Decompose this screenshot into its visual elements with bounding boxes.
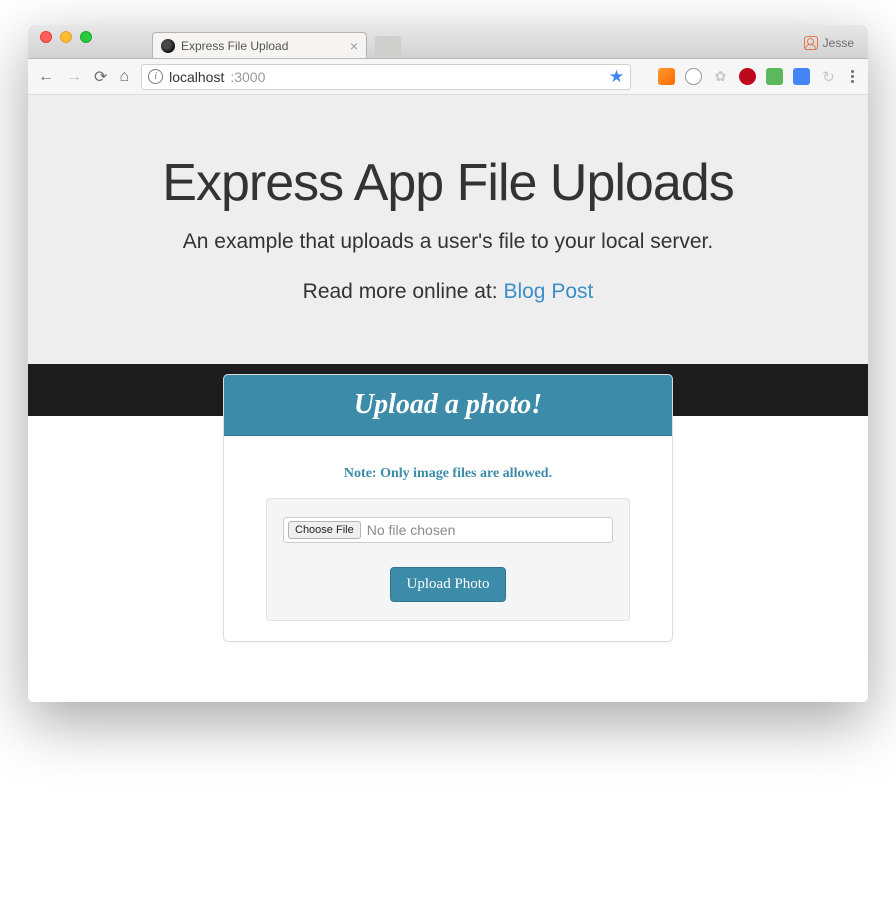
address-bar[interactable]: i localhost :3000 ★: [141, 64, 631, 90]
pinterest-icon[interactable]: [739, 68, 756, 85]
extensions-tray: ✿ ↻: [658, 68, 858, 85]
new-tab-button[interactable]: [375, 36, 401, 56]
browser-menu-icon[interactable]: [847, 70, 858, 83]
extension-icon[interactable]: [766, 68, 783, 85]
profile-name: Jesse: [823, 36, 854, 50]
favicon-icon: [161, 39, 175, 53]
choose-file-button[interactable]: Choose File: [288, 521, 361, 539]
translate-icon[interactable]: [793, 68, 810, 85]
window-titlebar: Express File Upload × Jesse: [28, 25, 868, 59]
site-info-icon[interactable]: i: [148, 69, 163, 84]
extension-icon[interactable]: [685, 68, 702, 85]
extension-icon[interactable]: [658, 68, 675, 85]
url-port: :3000: [230, 69, 265, 85]
user-icon: [804, 36, 818, 50]
upload-card: Upload a photo! Note: Only image files a…: [223, 374, 673, 642]
traffic-lights: [40, 25, 92, 58]
upload-photo-button[interactable]: Upload Photo: [390, 567, 507, 602]
home-icon[interactable]: ⌂: [119, 68, 129, 86]
minimize-window-button[interactable]: [60, 31, 72, 43]
extension-icon[interactable]: ↻: [820, 68, 837, 85]
extension-icon[interactable]: ✿: [712, 68, 729, 85]
page-bottom-spacer: [28, 642, 868, 702]
page-subtitle: An example that uploads a user's file to…: [58, 230, 838, 254]
url-host: localhost: [169, 69, 224, 85]
card-body: Note: Only image files are allowed. Choo…: [224, 436, 672, 641]
tab-strip: Express File Upload ×: [152, 25, 401, 58]
profile-chip[interactable]: Jesse: [804, 36, 854, 58]
content-area: Upload a photo! Note: Only image files a…: [28, 416, 868, 642]
page-title: Express App File Uploads: [58, 155, 838, 212]
file-panel: Choose File No file chosen Upload Photo: [266, 498, 630, 621]
no-file-text: No file chosen: [367, 522, 456, 538]
address-bar-row: ← → ⟳ ⌂ i localhost :3000 ★ ✿ ↻: [28, 59, 868, 95]
note-text: Note: Only image files are allowed.: [244, 466, 652, 482]
tab-title: Express File Upload: [181, 39, 288, 53]
browser-tab-active[interactable]: Express File Upload ×: [152, 32, 367, 58]
read-more-line: Read more online at: Blog Post: [58, 280, 838, 304]
bookmark-star-icon[interactable]: ★: [609, 67, 624, 87]
reload-icon[interactable]: ⟳: [94, 67, 107, 87]
maximize-window-button[interactable]: [80, 31, 92, 43]
blog-post-link[interactable]: Blog Post: [503, 280, 593, 303]
card-heading: Upload a photo!: [224, 375, 672, 436]
back-icon[interactable]: ←: [38, 68, 54, 86]
close-window-button[interactable]: [40, 31, 52, 43]
browser-window: Express File Upload × Jesse ← → ⟳ ⌂ i lo…: [28, 25, 868, 702]
read-more-prefix: Read more online at:: [303, 280, 504, 303]
forward-icon: →: [66, 68, 82, 86]
file-input[interactable]: Choose File No file chosen: [283, 517, 613, 543]
hero-section: Express App File Uploads An example that…: [28, 95, 868, 364]
close-tab-icon[interactable]: ×: [350, 38, 358, 54]
